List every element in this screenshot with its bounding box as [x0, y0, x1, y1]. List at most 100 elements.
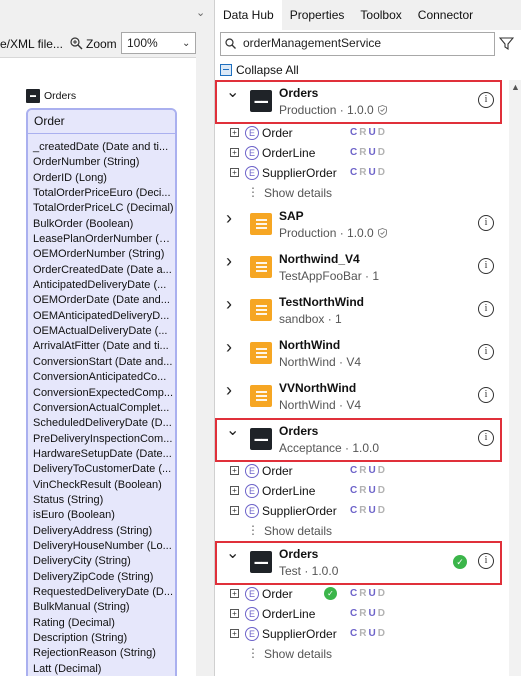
expand-plus-icon[interactable]: + — [230, 629, 239, 638]
scroll-up-arrow-icon[interactable]: ▲ — [511, 82, 520, 92]
attribute-item[interactable]: ArrivalAtFitter (Date and ti... — [28, 339, 175, 354]
export-xml-button[interactable]: e/XML file... — [0, 37, 63, 51]
attribute-item[interactable]: HardwareSetupDate (Date... — [28, 447, 175, 462]
service-item[interactable]: › NorthWind NorthWind · V4 i — [215, 332, 509, 375]
info-icon[interactable]: i — [478, 92, 494, 108]
show-details-link[interactable]: ⋮ Show details — [215, 644, 509, 664]
info-icon[interactable]: i — [478, 387, 494, 403]
attribute-item[interactable]: ConversionExpectedComp... — [28, 386, 175, 401]
attribute-list: _createdDate (Date and ti... OrderNumber … — [28, 134, 175, 676]
attribute-item[interactable]: DeliveryZipCode (String) — [28, 570, 175, 585]
attribute-item[interactable]: RejectionReason (String) — [28, 646, 175, 661]
expand-plus-icon[interactable]: + — [230, 609, 239, 618]
chevron-right-icon[interactable]: › — [226, 381, 238, 399]
service-item[interactable]: › SAP Production · 1.0.0 i — [215, 203, 509, 246]
crud-capabilities: CRUD — [350, 127, 387, 138]
attribute-item[interactable]: ConversionActualComplet... — [28, 401, 175, 416]
entity-row[interactable]: + E Order CRUD — [215, 123, 509, 143]
chevron-down-icon[interactable]: ⌄ — [196, 6, 208, 19]
attribute-item[interactable]: LeasePlanOrderNumber (S... — [28, 232, 175, 247]
entity-row[interactable]: + E SupplierOrder CRUD — [215, 163, 509, 183]
info-icon[interactable]: i — [478, 258, 494, 274]
attribute-item[interactable]: OEMOrderNumber (String) — [28, 247, 175, 262]
attribute-item[interactable]: ScheduledDeliveryDate (D... — [28, 416, 175, 431]
service-item[interactable]: ⌄ ▬▬ Orders Production · 1.0.0 i — [215, 80, 509, 124]
entity-row[interactable]: + E OrderLine CRUD — [215, 143, 509, 163]
service-logo-icon: ▬▬ — [250, 428, 272, 450]
expand-plus-icon[interactable]: + — [230, 486, 239, 495]
chevron-right-icon[interactable]: › — [226, 252, 238, 270]
attribute-item[interactable]: BulkManual (String) — [28, 600, 175, 615]
attribute-item[interactable]: Status (String) — [28, 493, 175, 508]
expand-plus-icon[interactable]: + — [230, 589, 239, 598]
attribute-item[interactable]: VinCheckResult (Boolean) — [28, 478, 175, 493]
attribute-item[interactable]: OEMAnticipatedDeliveryD... — [28, 309, 175, 324]
attribute-item[interactable]: OrderID (Long) — [28, 171, 175, 186]
attribute-item[interactable]: DeliveryToCustomerDate (... — [28, 462, 175, 477]
filter-icon[interactable] — [499, 36, 514, 51]
chevron-right-icon[interactable]: › — [226, 209, 238, 227]
info-icon[interactable]: i — [478, 430, 494, 446]
entity-row[interactable]: + E OrderLine CRUD — [215, 604, 509, 624]
chevron-right-icon[interactable]: › — [226, 295, 238, 313]
entity-icon: E — [245, 166, 259, 180]
chevron-down-icon[interactable]: ⌄ — [182, 38, 192, 49]
attribute-item[interactable]: BulkOrder (Boolean) — [28, 217, 175, 232]
attribute-item[interactable]: PreDeliveryInspectionCom... — [28, 432, 175, 447]
expand-plus-icon[interactable]: + — [230, 168, 239, 177]
attribute-item[interactable]: OEMActualDeliveryDate (... — [28, 324, 175, 339]
tab-properties[interactable]: Properties — [282, 0, 353, 30]
service-item[interactable]: › Northwind_V4 TestAppFooBar · 1 i — [215, 246, 509, 289]
entity-title[interactable]: Order — [28, 110, 175, 134]
entity-row[interactable]: + E OrderLine CRUD — [215, 481, 509, 501]
info-icon[interactable]: i — [478, 553, 494, 569]
entity-card[interactable]: Order _createdDate (Date and ti... OrderN… — [26, 108, 177, 676]
entity-row[interactable]: + E SupplierOrder CRUD — [215, 624, 509, 644]
show-details-link[interactable]: ⋮ Show details — [215, 183, 509, 203]
service-item[interactable]: ⌄ ▬▬ Orders Test · 1.0.0 ✓ i — [215, 541, 509, 585]
entity-row[interactable]: + E SupplierOrder CRUD — [215, 501, 509, 521]
vertical-scrollbar[interactable] — [509, 80, 521, 676]
entity-row[interactable]: + E Order CRUD — [215, 461, 509, 481]
attribute-item[interactable]: isEuro (Boolean) — [28, 508, 175, 523]
expand-plus-icon[interactable]: + — [230, 148, 239, 157]
attribute-item[interactable]: TotalOrderPriceLC (Decimal) — [28, 201, 175, 216]
attribute-item[interactable]: AnticipatedDeliveryDate (... — [28, 278, 175, 293]
chevron-right-icon[interactable]: › — [226, 338, 238, 356]
expand-plus-icon[interactable]: + — [230, 466, 239, 475]
attribute-item[interactable]: RequestedDeliveryDate (D... — [28, 585, 175, 600]
attribute-item[interactable]: DeliveryHouseNumber (Lo... — [28, 539, 175, 554]
tab-toolbox[interactable]: Toolbox — [352, 0, 409, 30]
chevron-down-icon[interactable]: ⌄ — [226, 546, 239, 562]
collapse-all-button[interactable]: Collapse All — [220, 62, 299, 78]
show-details-link[interactable]: ⋮ Show details — [215, 521, 509, 541]
search-input[interactable]: orderManagementService — [220, 32, 495, 56]
tab-connector[interactable]: Connector — [410, 0, 481, 30]
chevron-down-icon[interactable]: ⌄ — [226, 85, 239, 101]
attribute-item[interactable]: DeliveryAddress (String) — [28, 524, 175, 539]
info-icon[interactable]: i — [478, 301, 494, 317]
attribute-item[interactable]: ConversionAnticipatedCo... — [28, 370, 175, 385]
expand-plus-icon[interactable]: + — [230, 128, 239, 137]
attribute-item[interactable]: OrderCreatedDate (Date a... — [28, 263, 175, 278]
attribute-item[interactable]: Latt (Decimal) — [28, 662, 175, 676]
attribute-item[interactable]: OrderNumber (String) — [28, 155, 175, 170]
service-item[interactable]: ⌄ ▬▬ Orders Acceptance · 1.0.0 i — [215, 418, 509, 462]
entity-name: SupplierOrder — [262, 627, 337, 641]
attribute-item[interactable]: TotalOrderPriceEuro (Deci... — [28, 186, 175, 201]
attribute-item[interactable]: OEMOrderDate (Date and... — [28, 293, 175, 308]
service-item[interactable]: › VVNorthWind NorthWind · V4 i — [215, 375, 509, 418]
attribute-item[interactable]: _createdDate (Date and ti... — [28, 140, 175, 155]
tab-data-hub[interactable]: Data Hub — [215, 0, 282, 30]
entity-row[interactable]: + E Order ✓ CRUD — [215, 584, 509, 604]
chevron-down-icon[interactable]: ⌄ — [226, 423, 239, 439]
panel-splitter[interactable] — [196, 0, 214, 676]
expand-plus-icon[interactable]: + — [230, 506, 239, 515]
attribute-item[interactable]: ConversionStart (Date and... — [28, 355, 175, 370]
attribute-item[interactable]: Description (String) — [28, 631, 175, 646]
service-item[interactable]: › TestNorthWind sandbox · 1 i — [215, 289, 509, 332]
info-icon[interactable]: i — [478, 215, 494, 231]
attribute-item[interactable]: Rating (Decimal) — [28, 616, 175, 631]
attribute-item[interactable]: DeliveryCity (String) — [28, 554, 175, 569]
info-icon[interactable]: i — [478, 344, 494, 360]
